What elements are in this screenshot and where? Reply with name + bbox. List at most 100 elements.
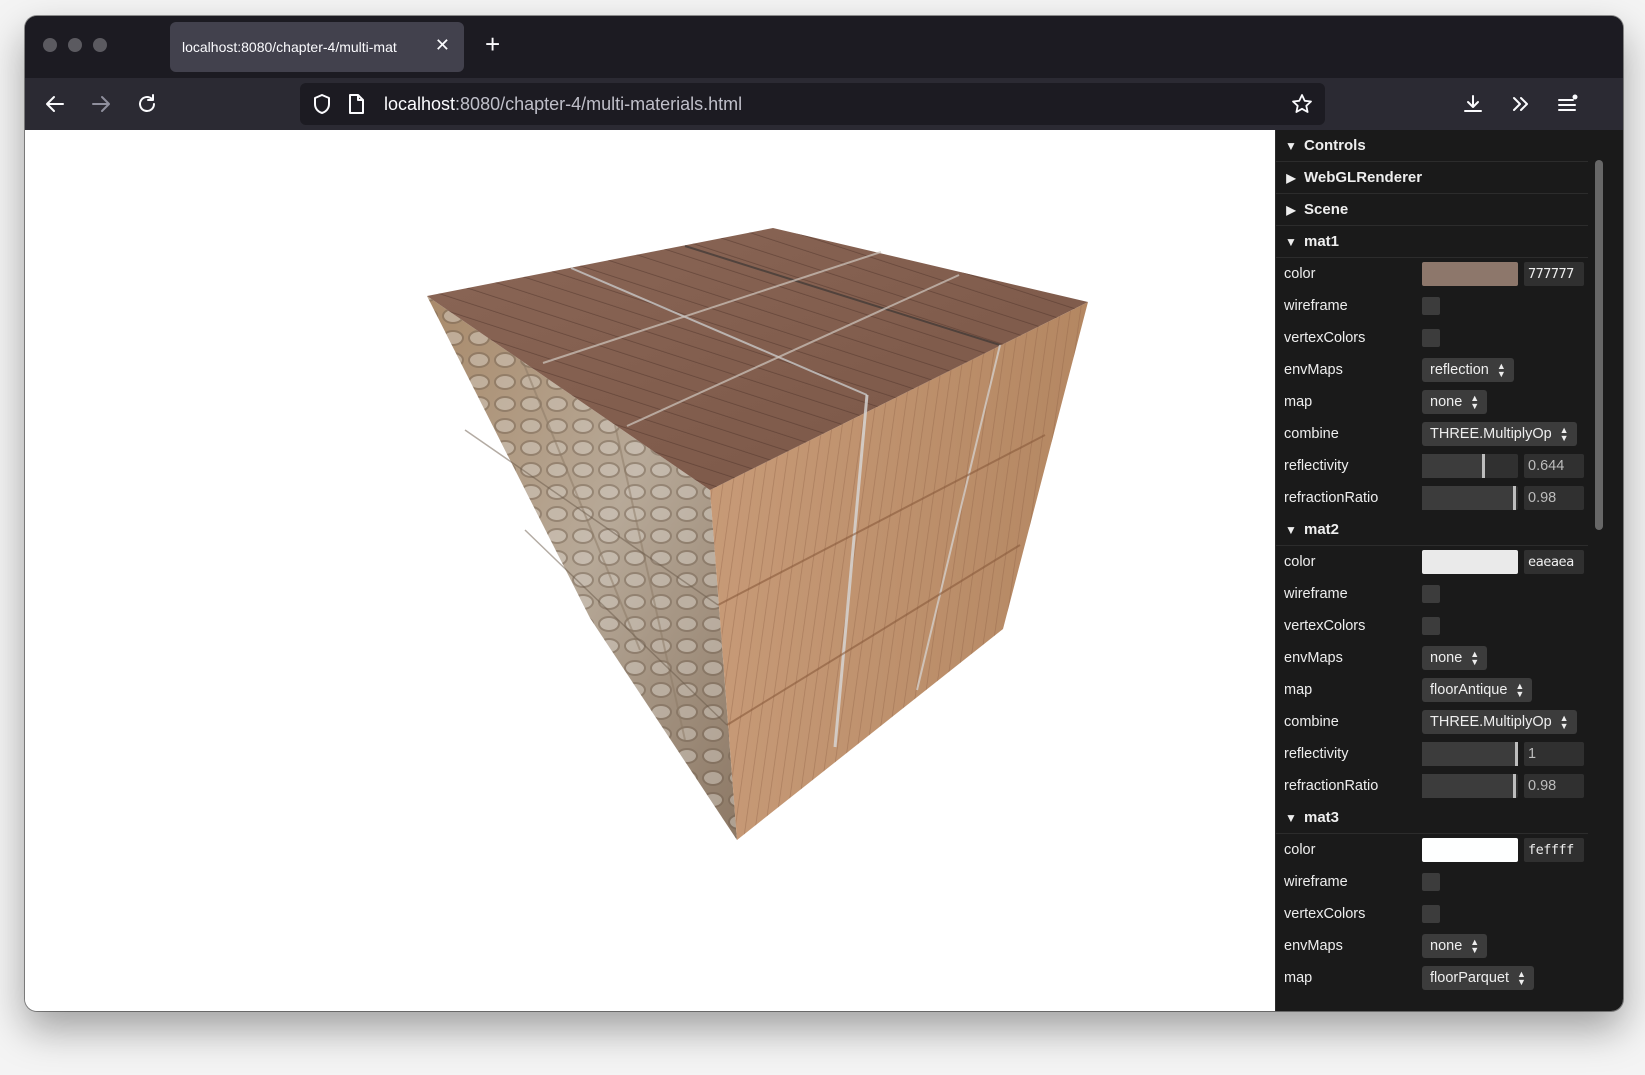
close-window-button[interactable] [43,38,57,52]
reload-icon[interactable] [133,90,161,118]
envmaps-select[interactable]: none ▲ ▼ [1422,646,1488,670]
mat1-combine-row: combine THREE.MultiplyOp ▲ ▼ [1276,418,1588,450]
zoom-window-button[interactable] [93,38,107,52]
folder-controls[interactable]: ▼ Controls [1276,130,1588,162]
combine-select[interactable]: THREE.MultiplyOp ▲ ▼ [1422,710,1577,734]
url-bar[interactable]: localhost:8080/chapter-4/multi-materials… [300,83,1325,125]
back-arrow-icon[interactable] [41,90,69,118]
shield-icon[interactable] [308,90,336,118]
tab-active[interactable]: localhost:8080/chapter-4/multi-mat ✕ [170,22,464,72]
select-arrows-icon: ▲ ▼ [1559,713,1569,731]
new-tab-icon[interactable]: + [485,30,500,58]
select-arrows-icon: ▲ ▼ [1470,937,1480,955]
map-select[interactable]: floorAntique ▲ ▼ [1422,678,1533,702]
wireframe-checkbox[interactable] [1422,297,1440,315]
row-label: vertexColors [1284,330,1366,346]
multi-material-cube [427,228,1088,840]
navigation-toolbar: localhost:8080/chapter-4/multi-materials… [25,78,1623,130]
page-content: ▼ Controls ▶ WebGLRenderer ▶ Scene ▼ mat… [25,130,1623,1011]
row-label: reflectivity [1284,458,1349,474]
gui-scrollbar-thumb[interactable] [1595,160,1603,530]
row-label: vertexColors [1284,618,1366,634]
browser-window: localhost:8080/chapter-4/multi-mat ✕ + l… [25,16,1623,1011]
refractionratio-slider[interactable] [1422,774,1518,798]
folder-mat1[interactable]: ▼ mat1 [1276,226,1588,258]
vertexcolors-checkbox[interactable] [1422,329,1440,347]
map-select[interactable]: floorParquet ▲ ▼ [1422,966,1534,990]
forward-arrow-icon[interactable] [87,90,115,118]
mat3-color-row: color feffff [1276,834,1588,866]
minimize-window-button[interactable] [68,38,82,52]
select-value: none [1430,650,1463,666]
slider-handle[interactable] [1513,774,1516,798]
dat-gui-panel: ▼ Controls ▶ WebGLRenderer ▶ Scene ▼ mat… [1275,130,1623,1011]
app-menu-icon[interactable] [1553,90,1581,118]
webgl-canvas[interactable] [25,130,1275,1011]
mat1-vertexcolors-row: vertexColors [1276,322,1588,354]
row-label: wireframe [1284,298,1348,314]
mat2-combine-row: combine THREE.MultiplyOp ▲ ▼ [1276,706,1588,738]
slider-handle[interactable] [1515,742,1518,766]
refractionratio-input[interactable]: 0.98 [1524,486,1584,510]
select-value: reflection [1430,362,1489,378]
envmaps-select[interactable]: none ▲ ▼ [1422,934,1488,958]
url-host: localhost [384,94,456,114]
color-swatch[interactable] [1422,262,1518,286]
row-label: map [1284,394,1313,410]
tab-close-icon[interactable]: ✕ [435,35,450,56]
row-label: envMaps [1284,650,1343,666]
folder-label: mat2 [1304,520,1340,538]
wireframe-checkbox[interactable] [1422,873,1440,891]
overflow-chevrons-icon[interactable] [1506,90,1534,118]
refractionratio-slider[interactable] [1422,486,1518,510]
vertexcolors-checkbox[interactable] [1422,905,1440,923]
url-text[interactable]: localhost:8080/chapter-4/multi-materials… [384,94,742,115]
folder-mat3[interactable]: ▼ mat3 [1276,802,1588,834]
vertexcolors-checkbox[interactable] [1422,617,1440,635]
combine-select[interactable]: THREE.MultiplyOp ▲ ▼ [1422,422,1577,446]
chevron-right-icon: ▶ [1286,170,1296,185]
mat2-envmaps-row: envMaps none ▲ ▼ [1276,642,1588,674]
mat2-map-row: map floorAntique ▲ ▼ [1276,674,1588,706]
reflectivity-input[interactable]: 0.644 [1524,454,1584,478]
mat2-reflectivity-row: reflectivity 1 [1276,738,1588,770]
select-arrows-icon: ▲ ▼ [1470,649,1480,667]
folder-label: Controls [1304,136,1366,154]
folder-scene[interactable]: ▶ Scene [1276,194,1588,226]
slider-fill [1422,774,1513,798]
select-value: none [1430,394,1463,410]
row-label: color [1284,842,1316,858]
mat2-color-row: color eaeaea [1276,546,1588,578]
folder-mat2[interactable]: ▼ mat2 [1276,514,1588,546]
envmaps-select[interactable]: reflection ▲ ▼ [1422,358,1514,382]
download-icon[interactable] [1459,90,1487,118]
map-select[interactable]: none ▲ ▼ [1422,390,1488,414]
color-hex-input[interactable]: 777777 [1524,262,1584,286]
select-arrows-icon: ▲ ▼ [1559,425,1569,443]
wireframe-checkbox[interactable] [1422,585,1440,603]
select-arrows-icon: ▲ ▼ [1517,969,1526,987]
color-swatch[interactable] [1422,550,1518,574]
bookmark-star-icon[interactable] [1288,90,1316,118]
row-label: vertexColors [1284,906,1366,922]
slider-handle[interactable] [1482,454,1485,478]
color-hex-input[interactable]: feffff [1524,838,1584,862]
slider-fill [1422,486,1513,510]
color-swatch[interactable] [1422,838,1518,862]
row-label: color [1284,266,1316,282]
color-hex-input[interactable]: eaeaea [1524,550,1584,574]
reflectivity-input[interactable]: 1 [1524,742,1584,766]
row-label: envMaps [1284,938,1343,954]
folder-webglrenderer[interactable]: ▶ WebGLRenderer [1276,162,1588,194]
row-label: envMaps [1284,362,1343,378]
chevron-down-icon: ▼ [1285,138,1297,153]
slider-handle[interactable] [1513,486,1516,510]
refractionratio-input[interactable]: 0.98 [1524,774,1584,798]
reflectivity-slider[interactable] [1422,742,1518,766]
page-icon[interactable] [342,90,370,118]
chevron-down-icon: ▼ [1285,522,1297,537]
reflectivity-slider[interactable] [1422,454,1518,478]
row-label: wireframe [1284,874,1348,890]
select-value: floorParquet [1430,970,1509,986]
row-label: combine [1284,426,1339,442]
